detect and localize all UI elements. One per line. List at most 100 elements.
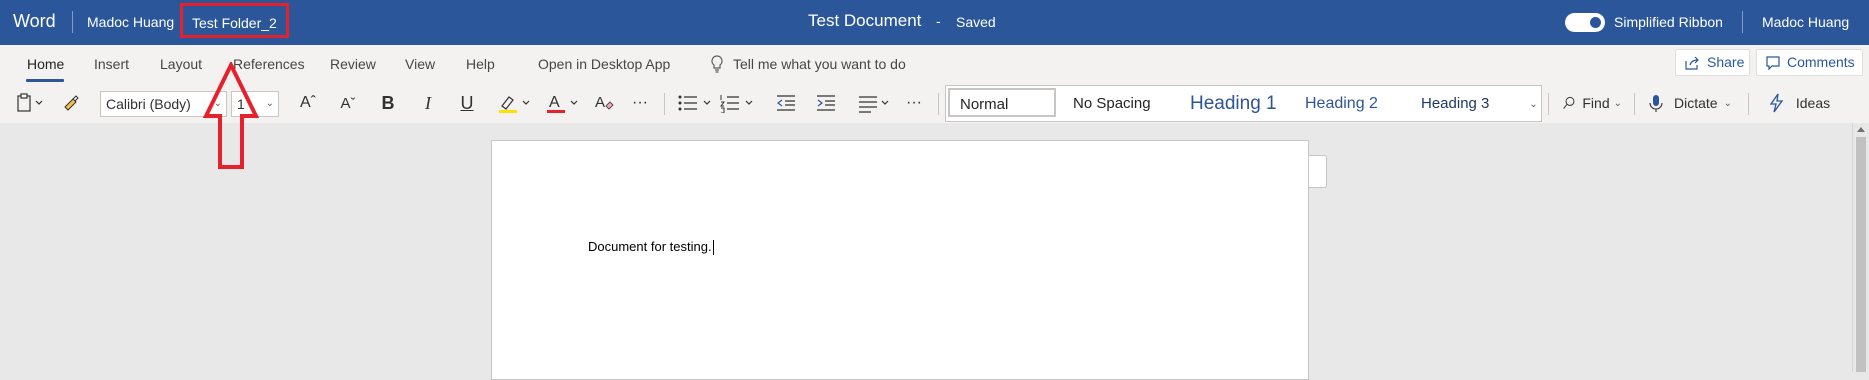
increase-indent-icon (817, 95, 835, 111)
more-font-options-button[interactable]: ··· (628, 91, 652, 115)
active-tab-indicator (26, 79, 64, 82)
breadcrumb-folder[interactable]: Test Folder_2 (180, 3, 289, 38)
align-icon (859, 96, 889, 113)
style-no-spacing[interactable]: No Spacing (1073, 86, 1151, 121)
share-button[interactable]: Share (1675, 49, 1750, 76)
share-icon (1685, 56, 1699, 70)
lightning-icon (1769, 93, 1784, 113)
numbered-list-icon (720, 95, 753, 113)
bullet-list-icon (678, 95, 711, 111)
font-color-button[interactable]: A (543, 91, 583, 115)
style-heading-1[interactable]: Heading 1 (1190, 86, 1277, 121)
comments-label: Comments (1787, 54, 1855, 70)
ribbon-tabs: Home Insert Layout References Review Vie… (0, 45, 1869, 83)
document-title[interactable]: Test Document (808, 11, 921, 31)
italic-icon: I (425, 92, 431, 113)
bold-icon: B (381, 92, 395, 113)
shrink-font-button[interactable]: Aˇ (337, 91, 359, 115)
find-label: Find (1582, 95, 1610, 111)
open-in-desktop-app[interactable]: Open in Desktop App (538, 56, 670, 72)
grow-font-icon: Aˆ (300, 94, 316, 111)
lightbulb-icon (711, 55, 723, 73)
scrollbar-thumb[interactable] (1856, 137, 1866, 372)
title-separator: - (936, 13, 941, 29)
toolbar-divider (1748, 93, 1749, 115)
simplified-ribbon-label: Simplified Ribbon (1614, 14, 1723, 30)
microphone-icon (1649, 95, 1663, 112)
font-color-icon: A (547, 94, 578, 113)
toolbar-divider (1634, 93, 1635, 115)
bold-button[interactable]: B (378, 91, 398, 115)
italic-button[interactable]: I (418, 91, 438, 115)
breadcrumb-user[interactable]: Madoc Huang (87, 14, 174, 30)
chevron-down-icon: ⌄ (1723, 97, 1732, 109)
decrease-indent-icon (777, 95, 795, 111)
align-button[interactable] (856, 91, 894, 115)
save-status: Saved (956, 14, 996, 30)
svg-text:A: A (595, 94, 605, 111)
more-icon: ··· (632, 94, 648, 111)
svg-text:A: A (549, 94, 560, 111)
title-bar: Word Madoc Huang Test Folder_2 Test Docu… (0, 0, 1869, 45)
chevron-down-icon: ⌄ (1529, 99, 1538, 110)
vertical-scrollbar[interactable] (1852, 123, 1869, 372)
underline-icon: U (460, 92, 474, 113)
share-label: Share (1707, 54, 1745, 70)
shrink-font-icon: Aˇ (340, 94, 356, 112)
clipboard-icon (17, 93, 43, 112)
comment-icon (1766, 56, 1780, 71)
home-toolbar: Calibri (Body) ⌄ 1 ⌄ Aˆ Aˇ B I U A A ···… (0, 83, 1869, 123)
tab-help[interactable]: Help (466, 56, 495, 72)
style-heading-2[interactable]: Heading 2 (1305, 86, 1378, 121)
tab-layout[interactable]: Layout (160, 56, 202, 72)
ribbon: Home Insert Layout References Review Vie… (0, 45, 1869, 123)
grow-font-button[interactable]: Aˆ (297, 91, 319, 115)
app-name[interactable]: Word (13, 11, 56, 32)
document-body-text[interactable]: Document for testing. (588, 239, 714, 256)
tab-view[interactable]: View (405, 56, 435, 72)
numbering-button[interactable] (718, 91, 758, 115)
tab-review[interactable]: Review (330, 56, 376, 72)
underline-button[interactable]: U (457, 91, 477, 115)
tab-insert[interactable]: Insert (94, 56, 129, 72)
account-button[interactable]: Madoc Huang (1762, 14, 1849, 30)
document-page[interactable]: Document for testing. (491, 140, 1309, 380)
clear-formatting-button[interactable]: A (592, 91, 616, 115)
highlight-button[interactable] (495, 91, 535, 115)
styles-expand-button[interactable]: ⌄ (1526, 85, 1542, 122)
tell-me-search[interactable]: Tell me what you want to do (733, 56, 906, 72)
toolbar-divider (938, 93, 939, 115)
search-icon (1563, 96, 1575, 109)
ideas-button[interactable]: Ideas (1766, 91, 1832, 115)
style-heading-3[interactable]: Heading 3 (1421, 86, 1489, 121)
document-canvas: Document for testing. (0, 123, 1869, 380)
ideas-label: Ideas (1795, 95, 1831, 111)
dictate-label: Dictate (1674, 95, 1718, 111)
page-side-tab[interactable] (1309, 155, 1327, 188)
find-button[interactable]: Find ⌄ (1562, 91, 1622, 115)
simplified-ribbon-toggle[interactable] (1565, 13, 1605, 32)
styles-gallery: Normal No Spacing Heading 1 Heading 2 He… (945, 85, 1542, 122)
clear-formatting-icon: A (595, 94, 614, 111)
toolbar-divider (664, 93, 665, 115)
title-divider-right (1742, 11, 1743, 33)
title-divider (72, 11, 73, 33)
dictate-button[interactable]: Dictate ⌄ (1646, 91, 1734, 115)
paste-button[interactable] (14, 91, 48, 115)
format-painter-icon (64, 95, 79, 111)
toolbar-divider (1548, 93, 1549, 115)
document-text: Document for testing. (588, 239, 712, 254)
decrease-indent-button[interactable] (774, 91, 798, 115)
scroll-up-arrow-icon[interactable] (1857, 127, 1865, 132)
more-icon: ··· (906, 94, 922, 111)
comments-button[interactable]: Comments (1756, 49, 1863, 76)
tab-home[interactable]: Home (27, 56, 64, 72)
bullets-button[interactable] (676, 91, 716, 115)
format-painter-button[interactable] (60, 91, 82, 115)
increase-indent-button[interactable] (814, 91, 838, 115)
chevron-down-icon: ⌄ (1613, 97, 1622, 109)
more-paragraph-options-button[interactable]: ··· (902, 91, 926, 115)
style-normal[interactable]: Normal (948, 88, 1056, 117)
toggle-knob (1590, 17, 1601, 28)
text-cursor (712, 240, 714, 256)
